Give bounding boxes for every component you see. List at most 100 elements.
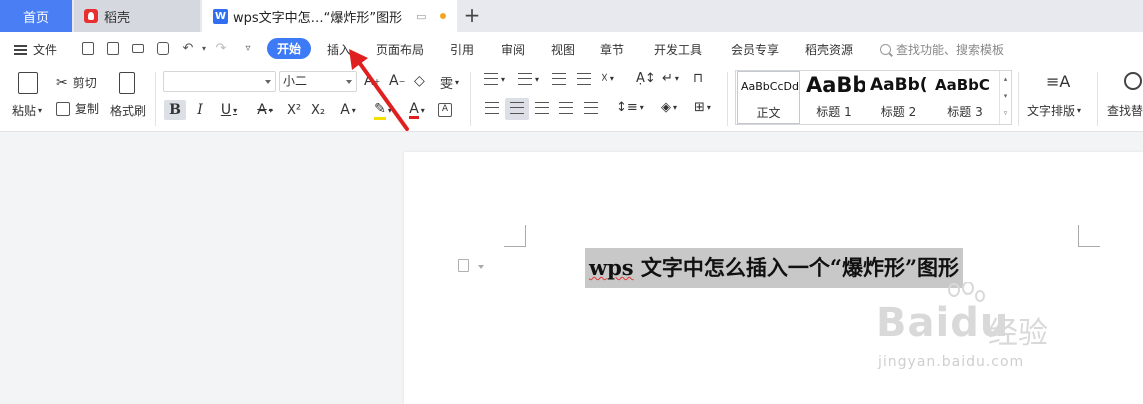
tab-insert[interactable]: 插入 [327, 41, 351, 58]
distribute-icon[interactable] [584, 102, 598, 114]
clear-format-icon[interactable]: ◇ [414, 73, 425, 89]
increase-indent-icon[interactable] [577, 73, 591, 85]
format-painter-button[interactable]: 格式刷 [110, 102, 146, 119]
align-right-icon[interactable] [535, 102, 549, 114]
heading-text: 文字中怎么插入一个“爆炸形”图形 [633, 255, 960, 280]
chevron-down-icon[interactable] [478, 265, 484, 269]
paste-icon[interactable] [18, 72, 38, 94]
undo-icon[interactable]: ↶ [180, 40, 196, 56]
separator [727, 72, 728, 126]
tab-home[interactable]: 首页 [0, 0, 72, 32]
italic-button[interactable]: I [192, 100, 208, 120]
tab-daoke[interactable]: 稻壳 [74, 0, 200, 32]
sort-icon[interactable]: ↵ ▾ [662, 71, 679, 86]
search-icon [880, 44, 891, 55]
superscript-button[interactable]: X² [284, 100, 304, 120]
paste-button[interactable]: 粘贴 ▾ [12, 102, 42, 119]
print-icon[interactable] [130, 40, 146, 56]
print-preview-icon[interactable] [155, 40, 171, 56]
style-label: 标题 2 [880, 105, 917, 119]
style-heading-1[interactable]: AaBb 标题 1 [803, 71, 865, 124]
tab-daoke-resources[interactable]: 稻壳资源 [805, 41, 853, 58]
bold-button[interactable]: B [164, 100, 186, 120]
tab-member[interactable]: 会员专享 [731, 41, 779, 58]
separator [1018, 72, 1019, 126]
baidu-watermark: Baidu 经验 jingyan.baidu.com [870, 282, 1048, 382]
strikethrough-button[interactable]: A ▾ [252, 100, 278, 120]
bullet-list-icon[interactable]: ▾ [484, 73, 505, 85]
tab-start[interactable]: 开始 [267, 38, 311, 59]
watermark-brand-cn: 经验 [988, 316, 1048, 351]
paste-label: 粘贴 [12, 104, 37, 118]
decrease-indent-icon[interactable] [552, 73, 566, 85]
find-replace-button[interactable]: 查找替 [1107, 102, 1143, 119]
highlight-button[interactable]: ✎ ▾ [368, 100, 398, 120]
tab-page-layout[interactable]: 页面布局 [376, 41, 424, 58]
tab-document[interactable]: W wps文字中怎…“爆炸形”图形 ▭ [202, 0, 457, 32]
phonetic-guide-icon[interactable]: 雯 ▾ [440, 73, 459, 92]
paragraph-handle-icon[interactable] [458, 259, 469, 272]
format-painter-label: 格式刷 [110, 104, 147, 118]
copy-button[interactable]: 复制 [56, 100, 99, 117]
search-box[interactable]: 查找功能、搜索模板 [880, 41, 1004, 58]
shrink-font-icon[interactable]: A − [389, 73, 405, 89]
style-normal[interactable]: AaBbCcDd 正文 [737, 71, 800, 124]
styles-gallery: AaBbCcDd 正文 AaBb 标题 1 AaBb( 标题 2 AaBbC 标… [735, 70, 1012, 125]
justify-icon[interactable] [559, 102, 573, 114]
margin-mark [1078, 225, 1100, 247]
watermark-url: jingyan.baidu.com [878, 354, 1025, 370]
search-placeholder: 查找功能、搜索模板 [896, 43, 1005, 57]
daoke-logo-icon [84, 9, 98, 23]
align-left-icon[interactable] [485, 102, 499, 114]
screen-icon[interactable]: ▭ [416, 10, 426, 23]
heading-wps-word: wps [589, 255, 634, 280]
grow-font-icon[interactable]: A + [364, 73, 380, 89]
file-menu[interactable]: 文件 [14, 41, 57, 58]
align-center-icon[interactable] [510, 102, 524, 114]
font-name-select[interactable] [163, 71, 276, 92]
find-icon[interactable] [1124, 72, 1142, 90]
show-marks-icon[interactable]: ⊓ [693, 71, 703, 86]
tab-references[interactable]: 引用 [450, 41, 474, 58]
chevron-down-icon [346, 80, 352, 84]
redo-icon[interactable]: ↷ [213, 40, 229, 56]
separator [155, 72, 156, 126]
style-sample: AaBbCcDd [741, 80, 799, 93]
style-sample: AaBb [806, 73, 865, 97]
chinese-layout-icon[interactable]: ☓ ▾ [601, 71, 614, 86]
font-size-select[interactable]: 小二 [279, 71, 357, 92]
borders-icon[interactable]: ⊞ ▾ [694, 100, 711, 115]
undo-dropdown-icon[interactable]: ▾ [196, 40, 212, 56]
customize-toolbar-icon[interactable]: ▿ [240, 40, 256, 56]
text-effect-button[interactable]: A ▾ [336, 100, 360, 120]
format-painter-icon[interactable] [119, 72, 135, 94]
margin-mark [504, 225, 526, 247]
unsaved-dot-icon [439, 13, 446, 19]
text-layout-button[interactable]: 文字排版 ▾ [1027, 102, 1081, 119]
underline-button[interactable]: U ▾ [216, 100, 242, 120]
chevron-down-icon [265, 80, 271, 84]
save-icon[interactable] [80, 40, 96, 56]
numbered-list-icon[interactable]: ▾ [518, 73, 539, 85]
style-heading-2[interactable]: AaBb( 标题 2 [867, 71, 930, 124]
wps-writer-icon: W [213, 8, 228, 24]
font-color-button[interactable]: A ▾ [404, 100, 430, 120]
line-spacing-icon[interactable]: ↕≡ ▾ [616, 100, 644, 115]
subscript-button[interactable]: X₂ [308, 100, 328, 120]
text-layout-icon[interactable]: ≡A [1046, 72, 1070, 91]
tab-review[interactable]: 审阅 [501, 41, 525, 58]
style-heading-3[interactable]: AaBbC 标题 3 [932, 71, 998, 124]
tab-developer[interactable]: 开发工具 [654, 41, 702, 58]
shading-icon[interactable]: ◈ ▾ [661, 100, 677, 115]
style-sample: AaBbC [935, 76, 990, 94]
gallery-scrollbar[interactable]: ▴ ▾ ▿ [999, 71, 1011, 124]
cut-button[interactable]: ✂ 剪切 [56, 74, 97, 91]
text-direction-icon[interactable]: Ạ↕ [636, 71, 656, 86]
document-page[interactable]: wps 文字中怎么插入一个“爆炸形”图形 [404, 152, 1143, 404]
export-icon[interactable] [105, 40, 121, 56]
tab-view[interactable]: 视图 [551, 41, 575, 58]
new-tab-button[interactable]: + [462, 4, 482, 26]
file-menu-label: 文件 [33, 43, 58, 57]
char-border-button[interactable]: A [436, 100, 454, 120]
tab-section[interactable]: 章节 [600, 41, 624, 58]
